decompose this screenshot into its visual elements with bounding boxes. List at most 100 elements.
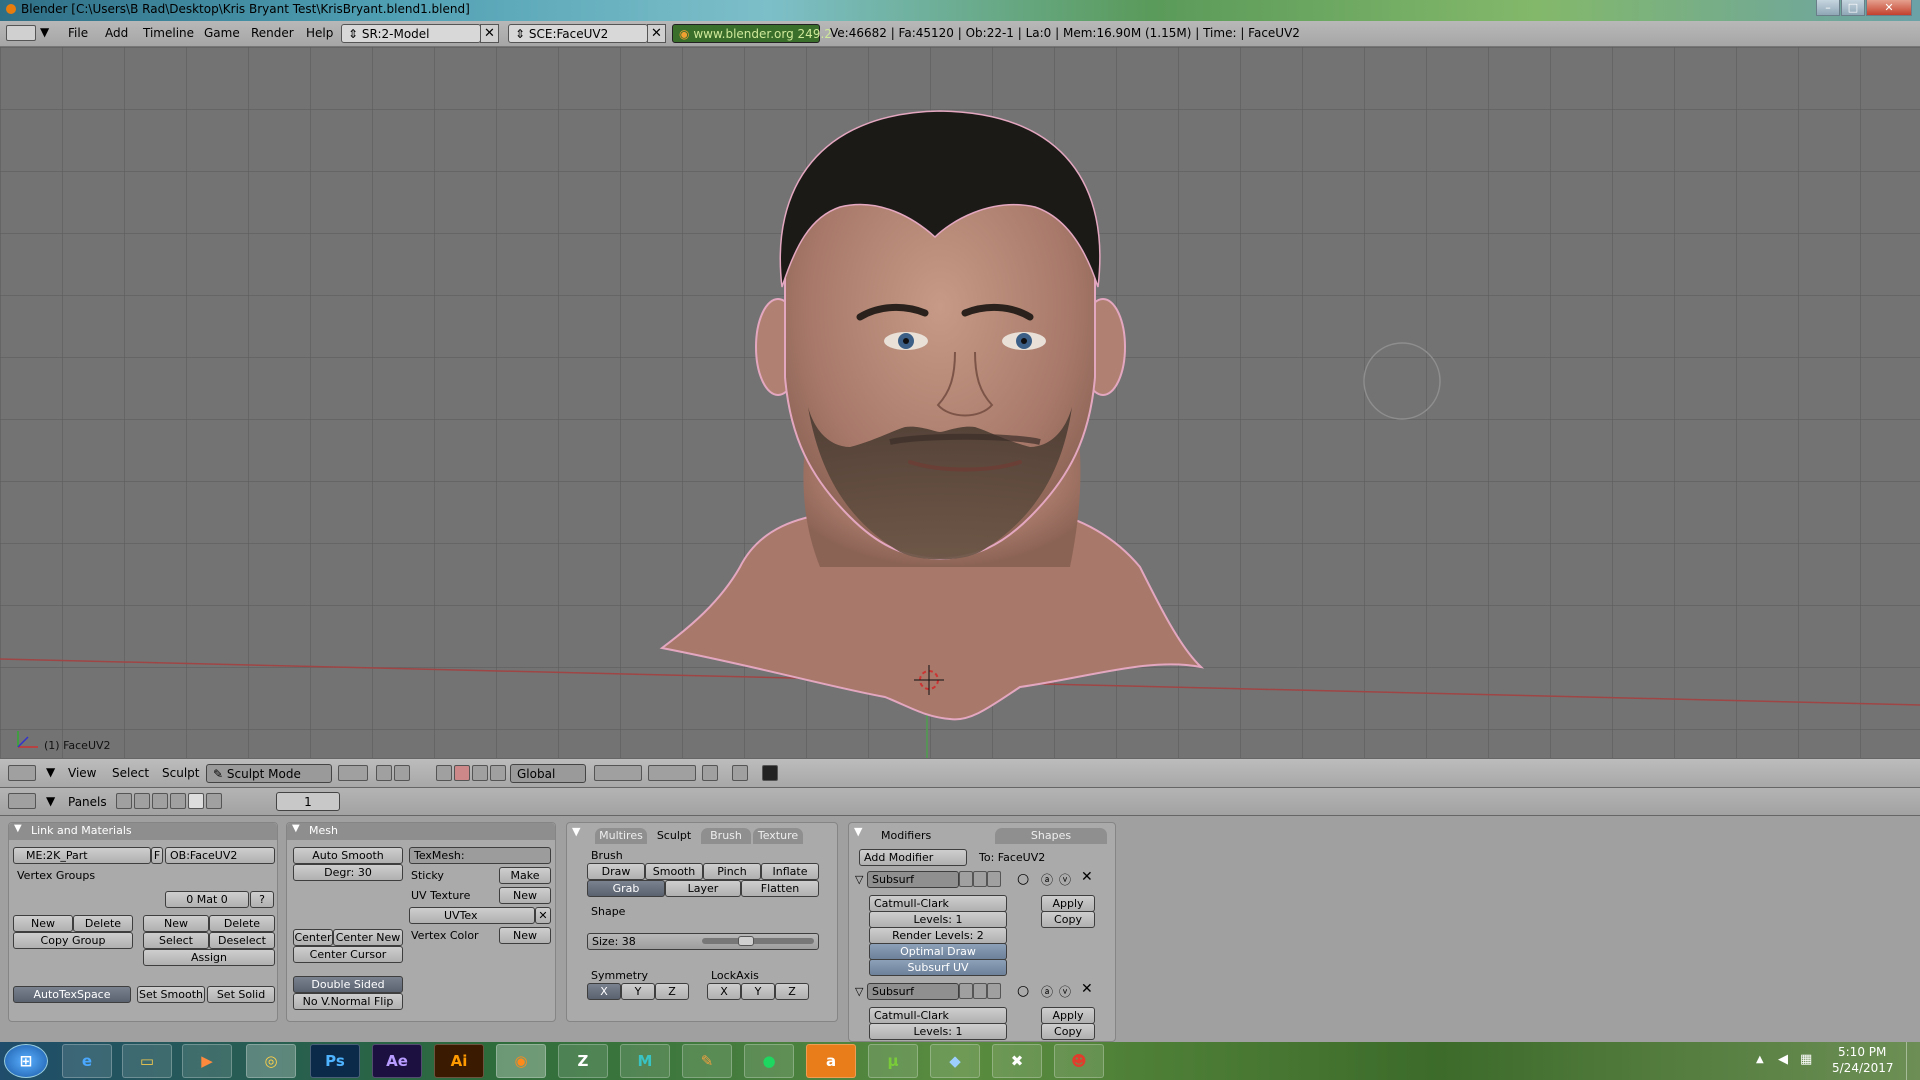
blender-icon[interactable]: ◉: [496, 1044, 546, 1078]
copy-modifier-button[interactable]: Copy: [1041, 911, 1095, 928]
move-down-icon[interactable]: ⓥ: [1059, 871, 1071, 888]
tab-modifiers[interactable]: Modifiers: [873, 828, 993, 844]
utorrent-icon[interactable]: µ: [868, 1044, 918, 1078]
tab-texture[interactable]: Texture: [753, 828, 803, 844]
texmesh-field[interactable]: TexMesh:: [409, 847, 551, 864]
tab-sculpt[interactable]: Sculpt: [649, 828, 699, 844]
symmetry-x-toggle[interactable]: X: [587, 983, 621, 1000]
collapse-arrow-icon[interactable]: ▼: [572, 825, 580, 838]
screen-delete-close-icon[interactable]: ✕: [480, 24, 499, 43]
menu-select[interactable]: Select: [112, 766, 149, 780]
collapse-arrow-icon[interactable]: ▼: [40, 25, 49, 39]
close-button[interactable]: ✕: [1866, 0, 1912, 16]
mesh-datablock-field[interactable]: ME:2K_Part: [13, 847, 151, 864]
tray-arrow-icon[interactable]: ▲: [1756, 1054, 1764, 1065]
screen-selector[interactable]: ⇕ SR:2-Model: [341, 24, 481, 43]
add-modifier-button[interactable]: Add Modifier: [859, 849, 967, 866]
game-icon[interactable]: ✖: [992, 1044, 1042, 1078]
menu-view[interactable]: View: [68, 766, 96, 780]
menu-file[interactable]: File: [68, 26, 88, 40]
explorer-icon[interactable]: ▭: [122, 1044, 172, 1078]
illustrator-icon[interactable]: Ai: [434, 1044, 484, 1078]
menu-add[interactable]: Add: [105, 26, 128, 40]
no-vnormal-flip-toggle[interactable]: No V.Normal Flip: [293, 993, 403, 1010]
brush-smooth-button[interactable]: Smooth: [645, 863, 703, 880]
clock-date[interactable]: 5/24/2017: [1832, 1061, 1894, 1075]
orientation-selector[interactable]: Global: [510, 764, 586, 783]
vgroup-new-button[interactable]: New: [13, 915, 73, 932]
amazon-icon[interactable]: a: [806, 1044, 856, 1078]
apply-modifier-button[interactable]: Apply: [1041, 1007, 1095, 1024]
avatar-icon[interactable]: ☻: [1054, 1044, 1104, 1078]
move-up-icon[interactable]: ⓐ: [1041, 871, 1053, 888]
zbrush-icon[interactable]: Z: [558, 1044, 608, 1078]
render-icon[interactable]: [762, 765, 778, 781]
layer-buttons-1[interactable]: [594, 765, 642, 781]
minimize-button[interactable]: –: [1816, 0, 1840, 16]
tab-brush[interactable]: Brush: [701, 828, 751, 844]
maximize-button[interactable]: □: [1841, 0, 1865, 16]
smooth-degree-slider[interactable]: Degr: 30: [293, 864, 403, 881]
hand-transform-icon[interactable]: [436, 765, 452, 781]
spotify-icon[interactable]: ●: [744, 1044, 794, 1078]
optimal-draw-toggle[interactable]: Optimal Draw: [869, 943, 1007, 960]
symmetry-z-toggle[interactable]: Z: [655, 983, 689, 1000]
cage-toggle-icon[interactable]: [987, 983, 1001, 999]
blender-website-link[interactable]: ◉ www.blender.org 249.2: [672, 24, 832, 43]
uvtex-delete-close-icon[interactable]: ✕: [535, 907, 551, 924]
modifier-circle-icon[interactable]: ○: [1017, 871, 1029, 887]
fake-user-button[interactable]: F: [151, 847, 163, 864]
menu-render[interactable]: Render: [251, 26, 294, 40]
vgroup-delete-button[interactable]: Delete: [73, 915, 133, 932]
show-desktop-button[interactable]: [1906, 1042, 1920, 1080]
vertex-color-new-button[interactable]: New: [499, 927, 551, 944]
copy-modifier-button[interactable]: Copy: [1041, 1023, 1095, 1040]
material-deselect-button[interactable]: Deselect: [209, 932, 275, 949]
scale-manipulator-icon[interactable]: [490, 765, 506, 781]
auto-smooth-toggle[interactable]: Auto Smooth: [293, 847, 403, 864]
photoshop-icon[interactable]: Ps: [310, 1044, 360, 1078]
modifier-collapse-icon[interactable]: ▽: [855, 985, 863, 998]
render-levels-field[interactable]: Render Levels: 2: [869, 927, 1007, 944]
scene-delete-close-icon[interactable]: ✕: [647, 24, 666, 43]
translate-manipulator-icon[interactable]: [454, 765, 470, 781]
3d-viewport[interactable]: (1) FaceUV2: [0, 47, 1920, 758]
lock-icon[interactable]: [702, 765, 718, 781]
levels-field[interactable]: Levels: 1: [869, 911, 1007, 928]
virtualbox-icon[interactable]: ◆: [930, 1044, 980, 1078]
render-toggle-icon[interactable]: [959, 983, 973, 999]
copy-group-button[interactable]: Copy Group: [13, 932, 133, 949]
cage-toggle-icon[interactable]: [987, 871, 1001, 887]
subdivision-type-selector[interactable]: Catmull-Clark: [869, 895, 1007, 912]
set-smooth-button[interactable]: Set Smooth: [137, 986, 205, 1003]
remove-modifier-close-icon[interactable]: ✕: [1081, 869, 1093, 885]
menu-game[interactable]: Game: [204, 26, 240, 40]
material-delete-button[interactable]: Delete: [209, 915, 275, 932]
modifier-name-field[interactable]: Subsurf: [867, 871, 959, 888]
material-help-button[interactable]: ?: [250, 891, 274, 908]
media-player-icon[interactable]: ▶: [182, 1044, 232, 1078]
object-context-icon[interactable]: [170, 793, 186, 809]
editor-type-info-icon[interactable]: [6, 25, 36, 41]
move-down-icon[interactable]: ⓥ: [1059, 983, 1071, 1000]
subsurf-uv-toggle[interactable]: Subsurf UV: [869, 959, 1007, 976]
brush-size-slider[interactable]: Size: 38: [587, 933, 819, 950]
lockaxis-y-toggle[interactable]: Y: [741, 983, 775, 1000]
material-index-field[interactable]: 0 Mat 0: [165, 891, 249, 908]
menu-help[interactable]: Help: [306, 26, 333, 40]
editmode-toggle-icon[interactable]: [973, 871, 987, 887]
symmetry-y-toggle[interactable]: Y: [621, 983, 655, 1000]
after-effects-icon[interactable]: Ae: [372, 1044, 422, 1078]
editor-type-buttons-icon[interactable]: [8, 793, 36, 809]
mode-selector[interactable]: ✎ Sculpt Mode: [206, 764, 332, 783]
draw-type-icon[interactable]: [338, 765, 368, 781]
modifier-circle-icon[interactable]: ○: [1017, 983, 1029, 999]
set-solid-button[interactable]: Set Solid: [207, 986, 275, 1003]
clock-time[interactable]: 5:10 PM: [1838, 1045, 1886, 1059]
layer-buttons-2[interactable]: [648, 765, 696, 781]
tab-multires[interactable]: Multires: [595, 828, 647, 844]
material-new-button[interactable]: New: [143, 915, 209, 932]
move-up-icon[interactable]: ⓐ: [1041, 983, 1053, 1000]
center-new-button[interactable]: Center New: [333, 929, 403, 946]
subdivision-type-selector[interactable]: Catmull-Clark: [869, 1007, 1007, 1024]
